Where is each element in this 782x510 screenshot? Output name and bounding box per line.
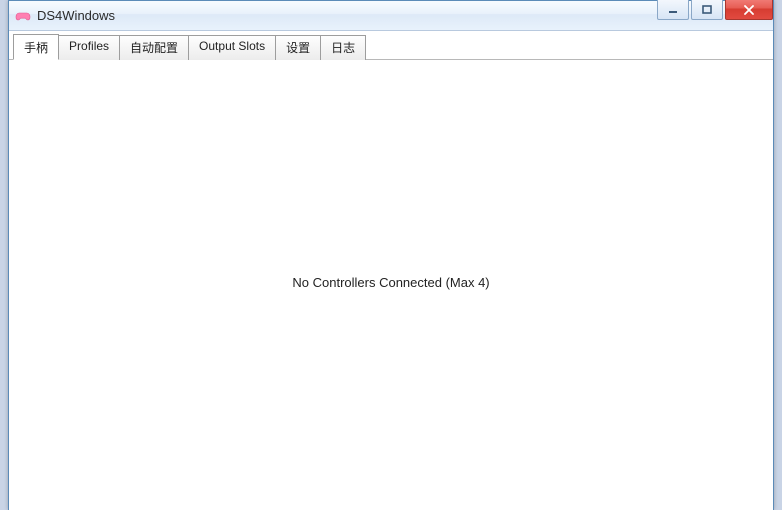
tab-label: 手柄 bbox=[24, 41, 48, 55]
tab-label: 设置 bbox=[286, 41, 310, 55]
tab-label: Profiles bbox=[69, 39, 109, 53]
window-title: DS4Windows bbox=[37, 8, 115, 23]
tab-label: 日志 bbox=[331, 41, 355, 55]
tab-content: No Controllers Connected (Max 4) bbox=[9, 60, 773, 510]
no-controllers-message: No Controllers Connected (Max 4) bbox=[292, 275, 489, 290]
tab-controllers[interactable]: 手柄 bbox=[13, 34, 59, 60]
tab-auto-profiles[interactable]: 自动配置 bbox=[119, 35, 189, 60]
tab-label: Output Slots bbox=[199, 39, 265, 53]
window-controls bbox=[657, 1, 773, 23]
tab-label: 自动配置 bbox=[130, 41, 178, 55]
tab-profiles[interactable]: Profiles bbox=[58, 35, 120, 60]
tab-settings[interactable]: 设置 bbox=[275, 35, 321, 60]
app-window: DS4Windows 手柄 Profiles 自动配置 Output Slots… bbox=[8, 0, 774, 510]
tab-output-slots[interactable]: Output Slots bbox=[188, 35, 276, 60]
tab-log[interactable]: 日志 bbox=[320, 35, 366, 60]
minimize-button[interactable] bbox=[657, 0, 689, 20]
titlebar[interactable]: DS4Windows bbox=[9, 1, 773, 31]
app-icon bbox=[15, 8, 31, 24]
close-button[interactable] bbox=[725, 0, 773, 20]
tab-strip: 手柄 Profiles 自动配置 Output Slots 设置 日志 bbox=[9, 31, 773, 60]
maximize-button[interactable] bbox=[691, 0, 723, 20]
